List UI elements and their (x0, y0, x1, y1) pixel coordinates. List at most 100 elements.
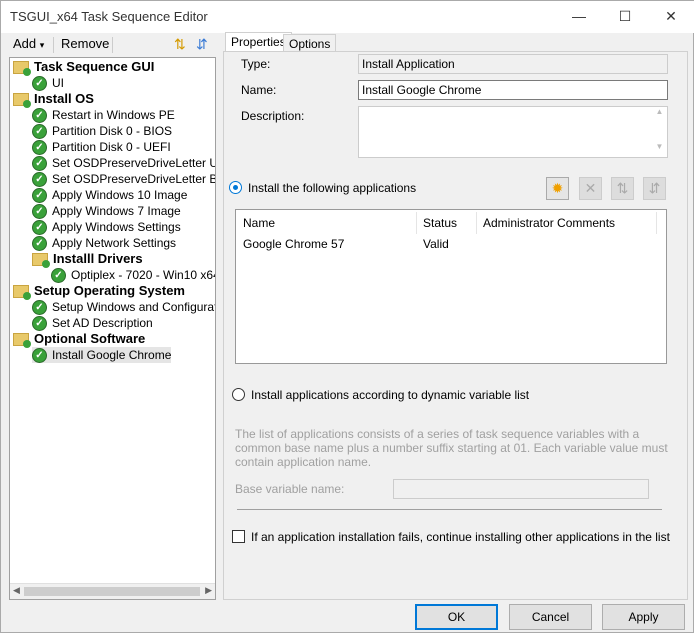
tree-item-label: Restart in Windows PE (52, 108, 175, 122)
move-down-icon[interactable]: ⇵ (196, 36, 208, 53)
tree-item-label: Apply Windows 7 Image (52, 204, 181, 218)
dynamic-variable-radio[interactable] (232, 388, 245, 401)
tree-step[interactable]: ✓ Restart in Windows PE (32, 107, 175, 124)
cancel-button[interactable]: Cancel (509, 604, 592, 630)
folder-icon (13, 285, 31, 301)
folder-icon (32, 253, 50, 269)
move-down-icon[interactable]: ⇵ (643, 177, 666, 200)
column-header-comments[interactable]: Administrator Comments (483, 216, 615, 230)
scroll-left-icon[interactable]: ◀ (13, 585, 20, 596)
app-name: Google Chrome 57 (243, 237, 345, 251)
window-title: TSGUI_x64 Task Sequence Editor (10, 9, 208, 24)
tree-item-label: Setup Operating System (34, 283, 185, 298)
description-label: Description: (241, 109, 305, 123)
tree-group[interactable]: Optional Software (13, 331, 146, 349)
app-status: Valid (423, 237, 449, 251)
tree-item-label: Apply Windows 10 Image (52, 188, 188, 202)
apply-button[interactable]: Apply (602, 604, 685, 630)
column-header-status[interactable]: Status (423, 216, 457, 230)
tree-item-label: Set AD Description (52, 316, 153, 330)
tree-item-label: Apply Network Settings (52, 236, 177, 250)
applications-list[interactable]: Name Status Administrator Comments Googl… (235, 209, 667, 364)
tree-item-label: Optional Software (34, 331, 146, 346)
horizontal-scrollbar[interactable]: ◀ ▶ (10, 583, 215, 599)
tree-item-label: Set OSDPreserveDriveLetter BIOS (52, 172, 215, 186)
column-divider[interactable] (656, 212, 657, 234)
check-icon: ✓ (32, 316, 47, 332)
tree-step[interactable]: ✓ Set OSDPreserveDriveLetter UEFI (32, 155, 215, 172)
tree-step[interactable]: ✓ Set AD Description (32, 315, 153, 332)
tree-item-label: Partition Disk 0 - BIOS (52, 124, 173, 138)
minimize-button[interactable]: — (556, 1, 602, 33)
add-menu-button[interactable]: Add ▾ (13, 36, 44, 51)
check-icon: ✓ (32, 140, 47, 156)
tree-step[interactable]: ✓ Setup Windows and Configuration (32, 299, 215, 316)
column-divider[interactable] (476, 212, 477, 234)
tree-item-label: Task Sequence GUI (34, 59, 155, 74)
check-icon: ✓ (32, 124, 47, 140)
new-application-icon[interactable]: ✹ (546, 177, 569, 200)
base-variable-field[interactable] (393, 479, 649, 499)
install-following-radio[interactable] (229, 181, 242, 194)
ok-button[interactable]: OK (415, 604, 498, 630)
title-bar: TSGUI_x64 Task Sequence Editor — ☐ ✕ (1, 1, 694, 33)
tree-step[interactable]: ✓ Partition Disk 0 - UEFI (32, 139, 171, 156)
tree-group[interactable]: Setup Operating System (13, 283, 185, 301)
check-icon: ✓ (32, 172, 47, 188)
tree-step[interactable]: ✓ Apply Windows 7 Image (32, 203, 181, 220)
base-variable-label: Base variable name: (235, 482, 345, 496)
tree-step[interactable]: ✓ Apply Network Settings (32, 235, 177, 252)
install-following-label: Install the following applications (248, 181, 417, 195)
tree-item-label: Apply Windows Settings (52, 220, 181, 234)
name-label: Name: (241, 83, 277, 97)
tab-properties[interactable]: Properties (225, 32, 292, 52)
remove-button[interactable]: Remove (61, 36, 109, 51)
tree-step[interactable]: ✓ Apply Windows 10 Image (32, 187, 188, 204)
check-icon: ✓ (32, 300, 47, 316)
tree-step[interactable]: ✓ Install Google Chrome (32, 347, 172, 364)
tree-item-label: Installl Drivers (53, 251, 143, 266)
scroll-thumb[interactable] (24, 587, 200, 596)
check-icon: ✓ (51, 268, 66, 284)
table-row[interactable]: Google Chrome 57 Valid (236, 236, 666, 252)
column-header-name[interactable]: Name (243, 216, 275, 230)
tree-item-label: Set OSDPreserveDriveLetter UEFI (52, 156, 215, 170)
maximize-button[interactable]: ☐ (602, 1, 648, 33)
close-button[interactable]: ✕ (648, 1, 694, 33)
tree-step[interactable]: ✓ Apply Windows Settings (32, 219, 181, 236)
folder-icon (13, 61, 31, 77)
chevron-down-icon: ▾ (39, 40, 45, 50)
folder-icon (13, 93, 31, 109)
continue-on-failure-label: If an application installation fails, co… (251, 530, 670, 544)
check-icon: ✓ (32, 348, 47, 364)
toolbar-divider (112, 37, 113, 53)
scroll-right-icon[interactable]: ▶ (205, 585, 212, 596)
delete-icon[interactable]: ✕ (579, 177, 602, 200)
tree-group[interactable]: Install OS (13, 91, 94, 109)
toolbar-divider (53, 37, 54, 53)
move-up-icon[interactable]: ⇅ (611, 177, 634, 200)
continue-on-failure-checkbox[interactable] (232, 530, 245, 543)
tree-item-label: Install Google Chrome (52, 348, 172, 362)
tree-item-label: Partition Disk 0 - UEFI (52, 140, 171, 154)
tree-step[interactable]: ✓ Optiplex - 7020 - Win10 x64 (51, 267, 216, 284)
tree-step[interactable]: ✓ UI (32, 75, 64, 92)
tree-item-label: UI (52, 76, 64, 90)
description-field[interactable] (358, 106, 668, 158)
check-icon: ✓ (32, 236, 47, 252)
description-scrollbar[interactable]: ▲ ▼ (652, 107, 667, 157)
type-label: Type: (241, 57, 271, 71)
move-up-icon[interactable]: ⇅ (174, 36, 186, 53)
tree-item-label: Optiplex - 7020 - Win10 x64 (71, 268, 216, 282)
name-field[interactable]: Install Google Chrome (358, 80, 668, 100)
check-icon: ✓ (32, 204, 47, 220)
tab-options[interactable]: Options (283, 34, 337, 52)
tree-step[interactable]: ✓ Set OSDPreserveDriveLetter BIOS (32, 171, 215, 188)
check-icon: ✓ (32, 108, 47, 124)
tree-step[interactable]: ✓ Partition Disk 0 - BIOS (32, 123, 173, 140)
task-sequence-tree[interactable]: ◀ ▶ Task Sequence GUI ✓ UI Install OS ✓ Resta… (9, 57, 216, 600)
tree-group[interactable]: Task Sequence GUI (13, 59, 155, 77)
tree-group[interactable]: Installl Drivers (32, 251, 143, 269)
dynamic-variable-label: Install applications according to dynami… (251, 388, 530, 402)
column-divider[interactable] (416, 212, 417, 234)
